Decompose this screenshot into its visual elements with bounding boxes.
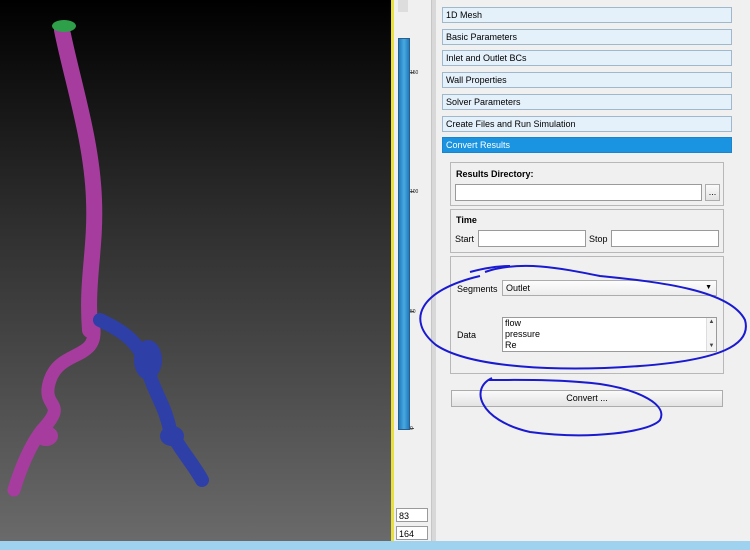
status-bar [0,541,750,550]
slider-tick-label: 100 [410,189,419,195]
slider-top-arrow[interactable] [398,0,408,12]
time-group: Time Start Stop [450,209,724,253]
vessel-main-trunk [54,22,103,338]
listbox-scrollbar[interactable]: ▲ ▼ [706,318,716,351]
segments-label: Segments [457,284,498,294]
start-input[interactable] [478,230,586,247]
slider-value-current[interactable]: 83 [396,508,428,522]
start-label: Start [455,234,475,244]
slider-value-max[interactable]: 164 [396,526,428,540]
section-solver-parameters[interactable]: Solver Parameters [442,94,732,110]
scroll-down-icon[interactable]: ▼ [707,342,716,351]
3d-viewport[interactable] [0,0,391,541]
results-directory-title: Results Directory: [456,169,534,179]
chevron-down-icon: ▼ [705,284,712,291]
list-item[interactable]: pressure [503,329,716,340]
section-basic-parameters[interactable]: Basic Parameters [442,29,732,45]
list-item[interactable]: Re [503,340,716,351]
browse-button[interactable]: ... [705,184,720,201]
convert-button[interactable]: Convert ... [451,390,723,407]
slider-tick-label: 50 [410,309,416,315]
segments-selected-value: Outlet [506,283,531,293]
vessel-right-bulge [134,340,162,380]
vessel-left-knot [34,426,58,446]
segments-data-group: Segments Outlet ▼ Data flow pressure Re … [450,256,724,374]
time-slider[interactable] [398,38,410,430]
section-inlet-outlet-bcs[interactable]: Inlet and Outlet BCs [442,50,732,66]
data-label: Data [457,330,477,340]
tool-panel: 1D Mesh Basic Parameters Inlet and Outle… [436,0,750,541]
section-wall-properties[interactable]: Wall Properties [442,72,732,88]
list-item[interactable]: flow [503,318,716,329]
vessel-left-branch [7,323,101,497]
segments-select[interactable]: Outlet ▼ [502,280,717,296]
results-directory-input[interactable] [455,184,702,201]
vessel-model [7,20,209,497]
scroll-up-icon[interactable]: ▲ [707,318,716,327]
time-title: Time [456,215,477,225]
results-directory-group: Results Directory: ... [450,162,724,206]
section-1d-mesh[interactable]: 1D Mesh [442,7,732,23]
section-create-files-run[interactable]: Create Files and Run Simulation [442,116,732,132]
data-listbox[interactable]: flow pressure Re ▲ ▼ [502,317,717,352]
slider-tick-label: 150 [410,70,419,76]
stop-input[interactable] [611,230,719,247]
time-slider-panel: 150 100 50 0 [394,0,430,541]
vessel-right-knot [160,426,184,446]
vessel-inlet-cap [52,20,76,32]
slider-tick-label: 0 [410,426,413,432]
section-convert-results[interactable]: Convert Results [442,137,732,153]
stop-label: Stop [589,234,608,244]
